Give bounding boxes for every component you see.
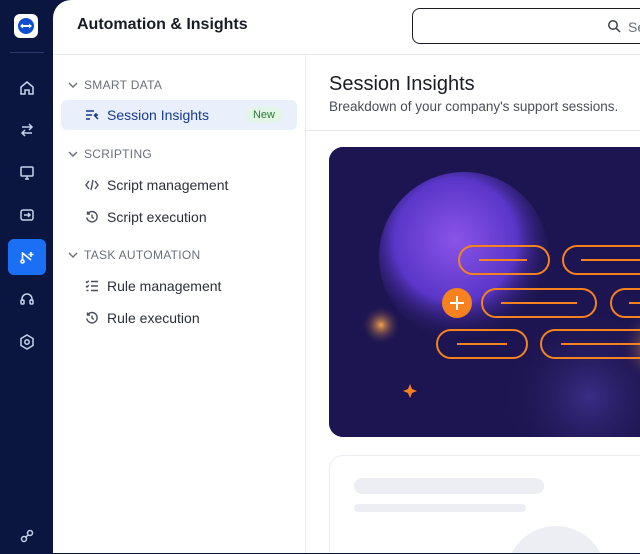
history-icon — [86, 210, 98, 223]
sidebar-item-script-management[interactable]: Script management — [61, 170, 297, 200]
sidebar-item-label: Script execution — [107, 209, 207, 225]
main-panel: Automation & Insights Se SMART DATA Sess… — [53, 0, 640, 553]
devices-icon[interactable] — [8, 155, 46, 191]
integrations-icon[interactable] — [8, 518, 46, 554]
sidebar-item-rule-management[interactable]: Rule management — [61, 271, 297, 301]
content-divider — [306, 130, 640, 131]
section-subtitle: Breakdown of your company's support sess… — [329, 99, 619, 114]
rail-divider — [10, 52, 44, 53]
teamviewer-logo-icon[interactable] — [14, 14, 38, 38]
sidebar-item-label: Session Insights — [107, 107, 209, 123]
chevron-down-icon — [68, 151, 78, 157]
app-header: Automation & Insights Se — [53, 0, 640, 55]
sidebar-item-session-insights[interactable]: Session Insights New — [61, 100, 297, 130]
loading-card — [329, 455, 640, 553]
sessions-icon[interactable] — [8, 197, 46, 233]
sidebar-item-label: Rule management — [107, 278, 222, 294]
section-label: SCRIPTING — [84, 147, 153, 161]
sidebar: SMART DATA Session Insights New SCRIPTIN… — [53, 55, 306, 553]
section-title: Session Insights — [329, 73, 475, 95]
search-icon — [608, 20, 621, 33]
chevron-down-icon — [68, 252, 78, 258]
search-placeholder: Se — [628, 19, 640, 35]
sidebar-item-script-execution[interactable]: Script execution — [61, 202, 297, 232]
search-input[interactable]: Se — [412, 8, 640, 44]
support-headset-icon[interactable] — [8, 282, 46, 318]
chevron-down-icon — [68, 82, 78, 88]
section-scripting[interactable]: SCRIPTING — [67, 146, 152, 162]
section-label: SMART DATA — [84, 78, 163, 92]
hero-illustration — [329, 147, 640, 437]
sidebar-item-label: Rule execution — [107, 310, 200, 326]
code-icon — [85, 179, 99, 191]
automation-icon[interactable] — [8, 239, 46, 275]
section-label: TASK AUTOMATION — [84, 248, 201, 262]
settings-hex-icon[interactable] — [8, 324, 46, 360]
content-area: Session Insights Breakdown of your compa… — [306, 55, 640, 553]
sidebar-item-label: Script management — [107, 177, 229, 193]
sidebar-item-rule-execution[interactable]: Rule execution — [61, 303, 297, 333]
nav-rail — [0, 0, 53, 553]
home-icon[interactable] — [8, 70, 46, 106]
transfer-icon[interactable] — [8, 112, 46, 148]
section-smart-data[interactable]: SMART DATA — [67, 77, 162, 93]
checklist-icon — [85, 280, 98, 292]
page-title: Automation & Insights — [77, 16, 248, 33]
new-badge: New — [244, 107, 283, 123]
insights-icon — [86, 110, 99, 120]
history-icon — [86, 311, 98, 324]
section-task-automation[interactable]: TASK AUTOMATION — [67, 247, 201, 263]
